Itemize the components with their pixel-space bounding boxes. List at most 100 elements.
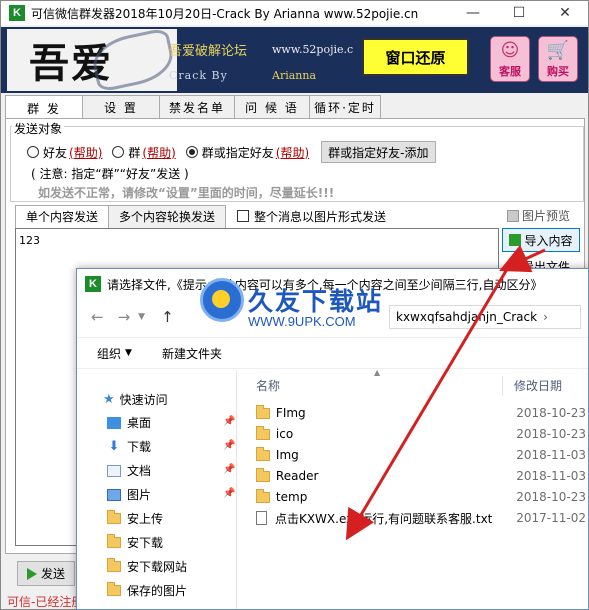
buy-button[interactable]: 🛒 购买 <box>538 36 578 82</box>
help-link-group[interactable]: (帮助) <box>142 144 175 161</box>
tab-greetings[interactable]: 问 候 语 <box>234 95 310 119</box>
radio-friend-label: 好友 <box>43 145 68 160</box>
close-icon[interactable]: ✕ <box>542 1 588 25</box>
file-row[interactable]: temp 2018-10-23 <box>256 487 586 507</box>
tab-settings[interactable]: 设 置 <box>82 95 160 119</box>
radio-group[interactable] <box>112 146 125 158</box>
pin-icon[interactable]: 📌 <box>223 440 235 451</box>
address-path: kxwxqfsahdjanjn_Crack <box>396 310 538 324</box>
address-bar[interactable]: kxwxqfsahdjanjn_Crack › <box>389 305 581 329</box>
file-row[interactable]: ico 2018-10-23 <box>256 424 586 444</box>
tab-mass-send[interactable]: 群 发 <box>5 95 83 120</box>
radio-friend[interactable] <box>27 146 39 158</box>
image-preview-toggle[interactable]: 图片预览 <box>507 207 570 224</box>
nav-item-folder[interactable]: 安上传 <box>107 510 163 527</box>
new-folder-button[interactable]: 新建文件夹 <box>162 345 222 362</box>
navigation-pane: ★ 快速访问 桌面 📌 ⬇ 下载 📌 文档 📌 图片 📌 安上传 安下载 安下载… <box>77 370 237 609</box>
file-list: ▲ 名称 修改日期 FImg 2018-10-23 ico 2018-10-23… <box>238 368 588 609</box>
organize-menu[interactable]: 组织 ▼ <box>97 345 132 362</box>
help-link-friend[interactable]: (帮助) <box>69 144 102 161</box>
nav-quick-access[interactable]: ★ 快速访问 <box>103 391 168 408</box>
file-date: 2018-11-03 <box>516 469 586 483</box>
help-link-group-or-friend[interactable]: (帮助) <box>276 144 309 161</box>
column-header-name[interactable]: 名称 <box>256 377 280 394</box>
maximize-icon[interactable]: ☐ <box>496 1 542 25</box>
recent-dropdown-icon[interactable]: ▼ <box>138 312 145 322</box>
file-name: Img <box>275 448 299 462</box>
file-name: temp <box>275 490 308 504</box>
folder-icon <box>256 488 270 503</box>
nav-item-label: 文档 <box>127 464 152 478</box>
up-arrow-icon[interactable]: ↑ <box>161 308 174 326</box>
dialog-app-icon: K <box>85 276 101 292</box>
nav-item-folder[interactable]: 保存的图片 <box>107 582 187 599</box>
image-preview-label: 图片预览 <box>522 209 571 223</box>
watermark-globe-icon <box>200 278 244 322</box>
download-icon: ⬇ <box>108 438 120 454</box>
pin-icon[interactable]: 📌 <box>223 488 235 499</box>
pin-icon[interactable]: 📌 <box>223 416 235 427</box>
send-label: 发送 <box>40 567 65 581</box>
tab-loop-timer[interactable]: 循环·定时 <box>309 95 381 119</box>
send-target-options: 好友 (帮助) 群 (帮助) 群或指定好友 (帮助) 群或指定好友-添加 <box>27 141 436 163</box>
import-content-button[interactable]: 导入内容 <box>502 228 580 252</box>
banner-url: www.52pojie.c <box>272 43 354 56</box>
file-name: 点击KXWX.exe运行,有问题联系客服.txt <box>274 511 493 526</box>
banner: 吾爱 吾爱破解论坛 www.52pojie.c Crack By Arianna… <box>1 27 588 93</box>
nav-item-desktop[interactable]: 桌面 <box>107 414 151 431</box>
nav-item-folder[interactable]: 安下载网站 <box>107 558 187 575</box>
nav-item-pictures[interactable]: 图片 <box>107 486 151 503</box>
file-name: FImg <box>275 406 306 420</box>
content-subtabs: 单个内容发送 多个内容轮换发送 整个消息以图片形式发送 <box>15 204 386 228</box>
watermark-url: WWW.9UPK.COM <box>248 314 356 329</box>
folder-icon <box>107 510 121 524</box>
window-restore-button[interactable]: 窗口还原 <box>362 38 469 76</box>
preview-icon <box>507 209 519 222</box>
import-icon <box>509 234 522 246</box>
nav-item-label: 保存的图片 <box>127 584 188 598</box>
tab-blocklist[interactable]: 禁发名单 <box>159 95 235 119</box>
subtab-rotating-content[interactable]: 多个内容轮换发送 <box>108 204 227 228</box>
desktop-icon <box>107 416 121 429</box>
watermark-brand: 久友下载站 <box>248 287 384 316</box>
file-row[interactable]: Img 2018-11-03 <box>256 445 586 465</box>
column-divider[interactable] <box>502 376 503 396</box>
subtab-single-content[interactable]: 单个内容发送 <box>15 204 110 228</box>
folder-icon <box>256 467 270 482</box>
file-row[interactable]: Reader 2018-11-03 <box>256 466 586 486</box>
checkbox-box[interactable] <box>237 210 250 222</box>
minimize-icon[interactable]: — <box>450 1 496 25</box>
play-icon <box>26 567 37 580</box>
file-row[interactable]: 点击KXWX.exe运行,有问题联系客服.txt 2017-11-02 <box>256 508 586 528</box>
window-title: 可信微信群发器2018年10月20日-Crack By Arianna www.… <box>31 6 419 21</box>
back-arrow-icon[interactable]: ← <box>91 308 104 326</box>
nav-item-documents[interactable]: 文档 <box>107 462 151 479</box>
pin-icon[interactable]: 📌 <box>223 464 235 475</box>
send-as-image-label: 整个消息以图片形式发送 <box>254 209 387 224</box>
file-row[interactable]: FImg 2018-10-23 <box>256 403 586 423</box>
send-target-label: 发送对象 <box>12 120 65 137</box>
file-date: 2018-10-23 <box>516 490 586 504</box>
folder-icon <box>256 446 270 461</box>
nav-item-label: 安下载 <box>127 536 164 550</box>
nav-item-folder[interactable]: 安下载 <box>107 534 163 551</box>
add-target-button[interactable]: 群或指定好友-添加 <box>321 141 436 163</box>
send-as-image-checkbox[interactable]: 整个消息以图片形式发送 <box>237 208 386 225</box>
folder-icon <box>107 558 121 572</box>
import-content-label: 导入内容 <box>524 233 573 248</box>
chevron-down-icon: ▼ <box>125 348 132 358</box>
app-icon: K <box>9 5 25 21</box>
send-button[interactable]: 发送 <box>17 561 75 586</box>
column-header-modified[interactable]: 修改日期 <box>514 377 562 394</box>
file-date: 2017-11-02 <box>516 511 586 525</box>
customer-service-button[interactable]: ☺ 客服 <box>490 36 530 82</box>
headset-icon: ☺ <box>500 40 520 61</box>
file-name: Reader <box>275 469 319 483</box>
forward-arrow-icon[interactable]: → <box>118 308 131 326</box>
nav-item-downloads[interactable]: ⬇ 下载 <box>107 438 151 455</box>
title-bar[interactable]: K 可信微信群发器2018年10月20日-Crack By Arianna ww… <box>1 1 588 25</box>
buy-label: 购买 <box>547 65 569 78</box>
radio-group-or-friend[interactable] <box>185 146 198 158</box>
nav-item-label: 下载 <box>127 440 152 454</box>
folder-icon <box>107 582 121 596</box>
